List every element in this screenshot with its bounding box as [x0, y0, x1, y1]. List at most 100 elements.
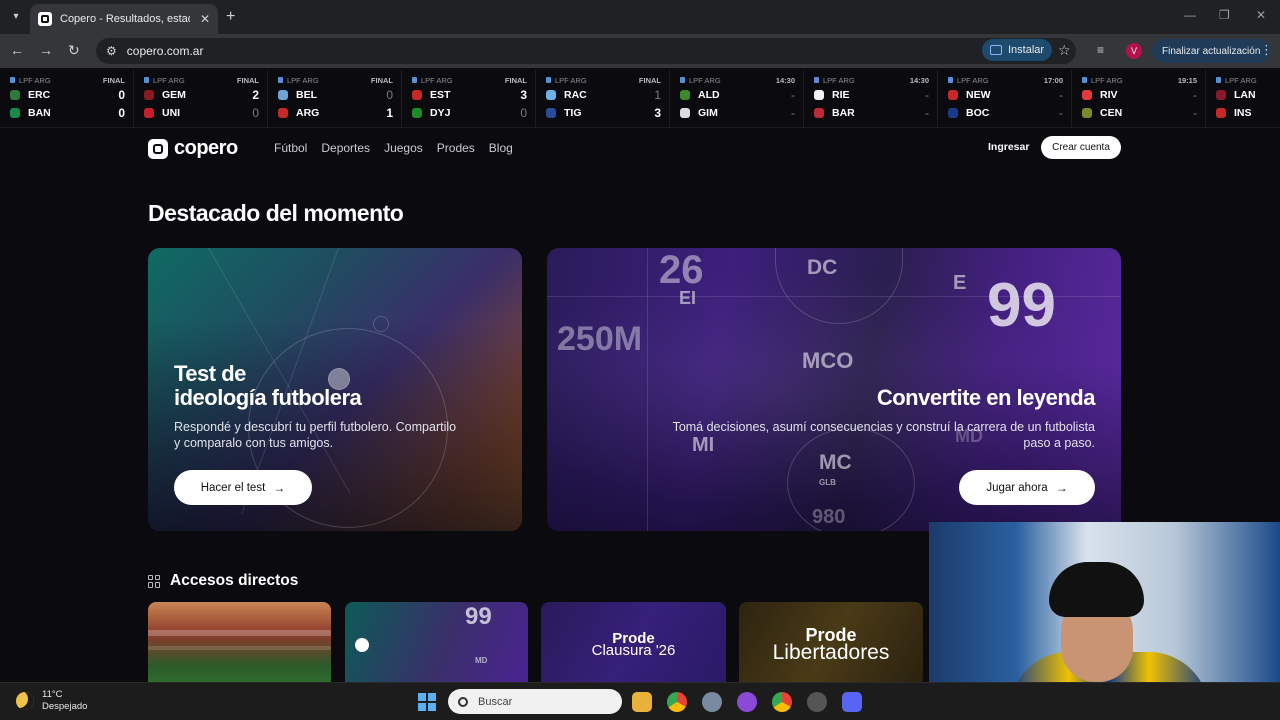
match-card[interactable]: LPF ARG FINAL EST 3 DYJ 0 — [402, 70, 536, 128]
match-card[interactable]: LPF ARG 19:15 RIV - CEN - — [1072, 70, 1206, 128]
away-score: - — [1193, 106, 1197, 120]
reading-list-icon[interactable]: ≡ — [1097, 43, 1104, 57]
stadium-stand — [148, 646, 331, 650]
scores-strip: LPF ARG FINAL ERC 0 BAN 0 LPF ARG FINAL GEM 2 UNI 0… — [0, 70, 1280, 128]
new-tab-plus-icon[interactable]: + — [226, 8, 235, 26]
browser-tab-bar: ▾ Copero - Resultados, estadístic ✕ + — … — [0, 0, 1280, 34]
file-explorer-icon[interactable] — [632, 692, 652, 712]
app-circle-icon[interactable] — [737, 692, 757, 712]
site-settings-icon[interactable]: ⚙ — [106, 44, 117, 58]
home-score: 3 — [520, 88, 527, 102]
match-card[interactable]: LPF ARG FINAL RAC 1 TIG 3 — [536, 70, 670, 128]
team-crest-icon — [10, 108, 20, 118]
browser-toolbar: ← → ↻ ⚙ copero.com.ar Instalar ☆ ≡ V Fin… — [0, 34, 1280, 68]
nav-blog[interactable]: Blog — [489, 141, 513, 155]
team-crest-icon — [1216, 108, 1226, 118]
tile3-line2: Clausura '26 — [591, 642, 676, 659]
value-980: 980 — [812, 506, 846, 528]
minimize-icon[interactable]: — — [1184, 8, 1196, 22]
chrome-profile-icon[interactable] — [772, 692, 792, 712]
away-score: - — [791, 106, 795, 120]
card-desc-line2: y comparalo con tus amigos. — [174, 436, 334, 450]
browser-menu-icon[interactable]: ⋮ — [1260, 42, 1273, 58]
app-clock-icon[interactable] — [807, 692, 827, 712]
match-status: 14:30 — [909, 75, 929, 85]
take-test-button[interactable]: Hacer el test → — [174, 470, 312, 505]
team-crest-icon — [144, 90, 154, 100]
nav-juegos[interactable]: Juegos — [384, 141, 423, 155]
restore-icon[interactable]: ❐ — [1219, 8, 1230, 22]
home-score: - — [1193, 88, 1197, 102]
shortcut-tile-legend[interactable]: 99 MD — [345, 602, 528, 682]
team-crest-icon — [546, 108, 556, 118]
search-icon — [458, 696, 468, 707]
match-card[interactable]: LPF ARG FINAL BEL 0 ARG 1 — [268, 70, 402, 128]
chrome-icon[interactable] — [667, 692, 687, 712]
shortcut-tile-prode-clausura[interactable]: Prode Clausura '26 — [541, 602, 726, 682]
tab-close-icon[interactable]: ✕ — [200, 12, 210, 26]
finish-update-button[interactable]: Finalizar actualización — [1152, 39, 1271, 63]
home-team: ALD — [698, 89, 720, 101]
signup-button[interactable]: Crear cuenta — [1041, 136, 1121, 159]
browser-tab-active[interactable]: Copero - Resultados, estadístic ✕ — [30, 4, 218, 34]
play-now-button[interactable]: Jugar ahora → — [959, 470, 1095, 505]
taskbar-search[interactable]: Buscar — [448, 689, 622, 714]
match-card[interactable]: LPF ARG 17:00 NEW - BOC - — [938, 70, 1072, 128]
reload-icon[interactable]: ↻ — [68, 42, 80, 59]
back-arrow-icon[interactable]: ← — [10, 42, 24, 58]
nav-deportes[interactable]: Deportes — [321, 141, 370, 155]
shortcuts-heading: Accesos directos — [148, 572, 298, 590]
legend-desc-line1: Tomá decisiones, asumí consecuencias y c… — [672, 420, 1095, 434]
window-close-icon[interactable]: ✕ — [1256, 8, 1266, 22]
tab-search-chevron-icon[interactable]: ▾ — [6, 6, 26, 26]
team-crest-icon — [814, 108, 824, 118]
home-score: 2 — [252, 88, 259, 102]
match-card[interactable]: LPF ARG 14:30 ALD - GIM - — [670, 70, 804, 128]
copero-logo[interactable]: copero — [148, 137, 238, 160]
card-title-line1: Test de — [174, 361, 246, 386]
login-link[interactable]: Ingresar — [988, 141, 1029, 153]
legend-game-card[interactable]: DC MCO MC MI EI 99 26 250M 980 GLB E MD … — [547, 248, 1121, 531]
home-team: RAC — [564, 89, 587, 101]
away-team: DYJ — [430, 107, 451, 119]
team-crest-icon — [948, 90, 958, 100]
team-crest-icon — [680, 90, 690, 100]
team-crest-icon — [680, 108, 690, 118]
match-card[interactable]: LPF ARG 14:30 RIE - BAR - — [804, 70, 938, 128]
league-icon — [948, 77, 953, 83]
home-score: 1 — [654, 88, 661, 102]
ideology-test-card[interactable]: Test de ideología futbolera Respondé y d… — [148, 248, 522, 531]
match-card[interactable]: LPF ARG FINAL ERC 0 BAN 0 — [0, 70, 134, 128]
shortcut-tile-stadium[interactable] — [148, 602, 331, 682]
windows-taskbar: 11°C Despejado Buscar — [0, 682, 1280, 720]
logo-text: copero — [174, 137, 238, 159]
nav-prodes[interactable]: Prodes — [437, 141, 475, 155]
away-score: - — [925, 106, 929, 120]
forward-arrow-icon[interactable]: → — [39, 42, 53, 58]
tab-title: Copero - Resultados, estadístic — [60, 13, 190, 25]
home-team: NEW — [966, 89, 991, 101]
league-icon — [412, 77, 417, 83]
team-crest-icon — [278, 90, 288, 100]
install-app-button[interactable]: Instalar — [982, 39, 1053, 61]
match-card[interactable]: LPF ARG LAN INS — [1206, 70, 1280, 128]
grid-icon — [148, 574, 161, 588]
discord-icon[interactable] — [842, 692, 862, 712]
match-card[interactable]: LPF ARG FINAL GEM 2 UNI 0 — [134, 70, 268, 128]
team-crest-icon — [1082, 108, 1092, 118]
profile-avatar[interactable]: V — [1126, 43, 1142, 59]
away-team: GIM — [698, 107, 718, 119]
rating-99: 99 — [987, 271, 1056, 340]
tile2-pos: MD — [475, 656, 488, 665]
windows-start-icon[interactable] — [418, 693, 436, 711]
address-bar[interactable]: ⚙ copero.com.ar — [96, 38, 1076, 64]
weather-widget[interactable]: 11°C Despejado — [16, 689, 87, 713]
bookmark-star-icon[interactable]: ☆ — [1058, 42, 1071, 59]
shortcut-tile-prode-libertadores[interactable]: Prode Libertadores — [739, 602, 923, 682]
arrow-right-icon: → — [1055, 480, 1068, 495]
league-label: LPF ARG — [1216, 76, 1257, 85]
away-score: 0 — [252, 106, 259, 120]
team-crest-icon — [144, 108, 154, 118]
nav-futbol[interactable]: Fútbol — [274, 141, 307, 155]
settings-gear-icon[interactable] — [702, 692, 722, 712]
